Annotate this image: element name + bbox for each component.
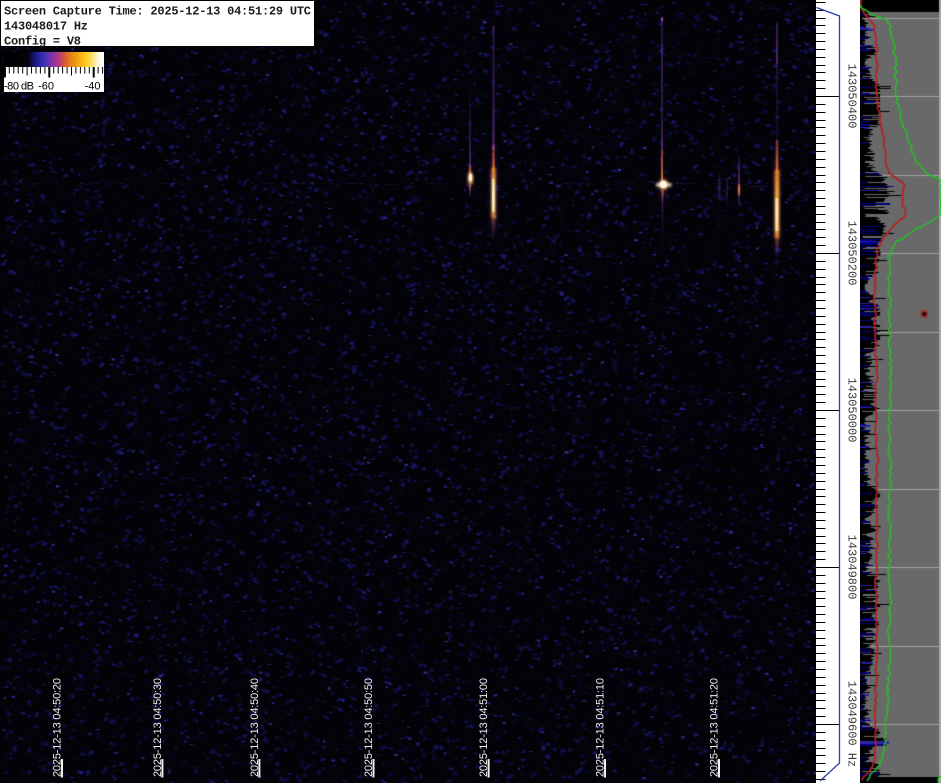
svg-text:143048017 Hz: 143048017 Hz [4,20,88,34]
svg-text:143050000: 143050000 [845,378,859,443]
svg-text:143049600 Hz: 143049600 Hz [845,681,859,767]
svg-text:-80 dB: -80 dB [4,81,34,93]
svg-text:2025-12-13 04:51:20: 2025-12-13 04:51:20 [709,678,721,777]
svg-text:2025-12-13 04:50:50: 2025-12-13 04:50:50 [363,678,375,777]
svg-text:-60: -60 [38,81,54,93]
svg-text:Screen Capture Time: 2025-12-1: Screen Capture Time: 2025-12-13 04:51:29… [4,5,311,19]
svg-text:2025-12-13 04:50:20: 2025-12-13 04:50:20 [52,678,64,777]
svg-text:2025-12-13 04:51:00: 2025-12-13 04:51:00 [478,678,490,777]
svg-text:143050200: 143050200 [845,221,859,286]
svg-text:Config = V8: Config = V8 [4,35,81,49]
svg-text:-40: -40 [85,81,101,93]
svg-text:2025-12-13 04:50:30: 2025-12-13 04:50:30 [152,678,164,777]
svg-text:143050400: 143050400 [845,64,859,129]
svg-text:2025-12-13 04:51:10: 2025-12-13 04:51:10 [595,678,607,777]
svg-text:2025-12-13 04:50:40: 2025-12-13 04:50:40 [249,678,261,777]
svg-text:143049800: 143049800 [845,535,859,600]
